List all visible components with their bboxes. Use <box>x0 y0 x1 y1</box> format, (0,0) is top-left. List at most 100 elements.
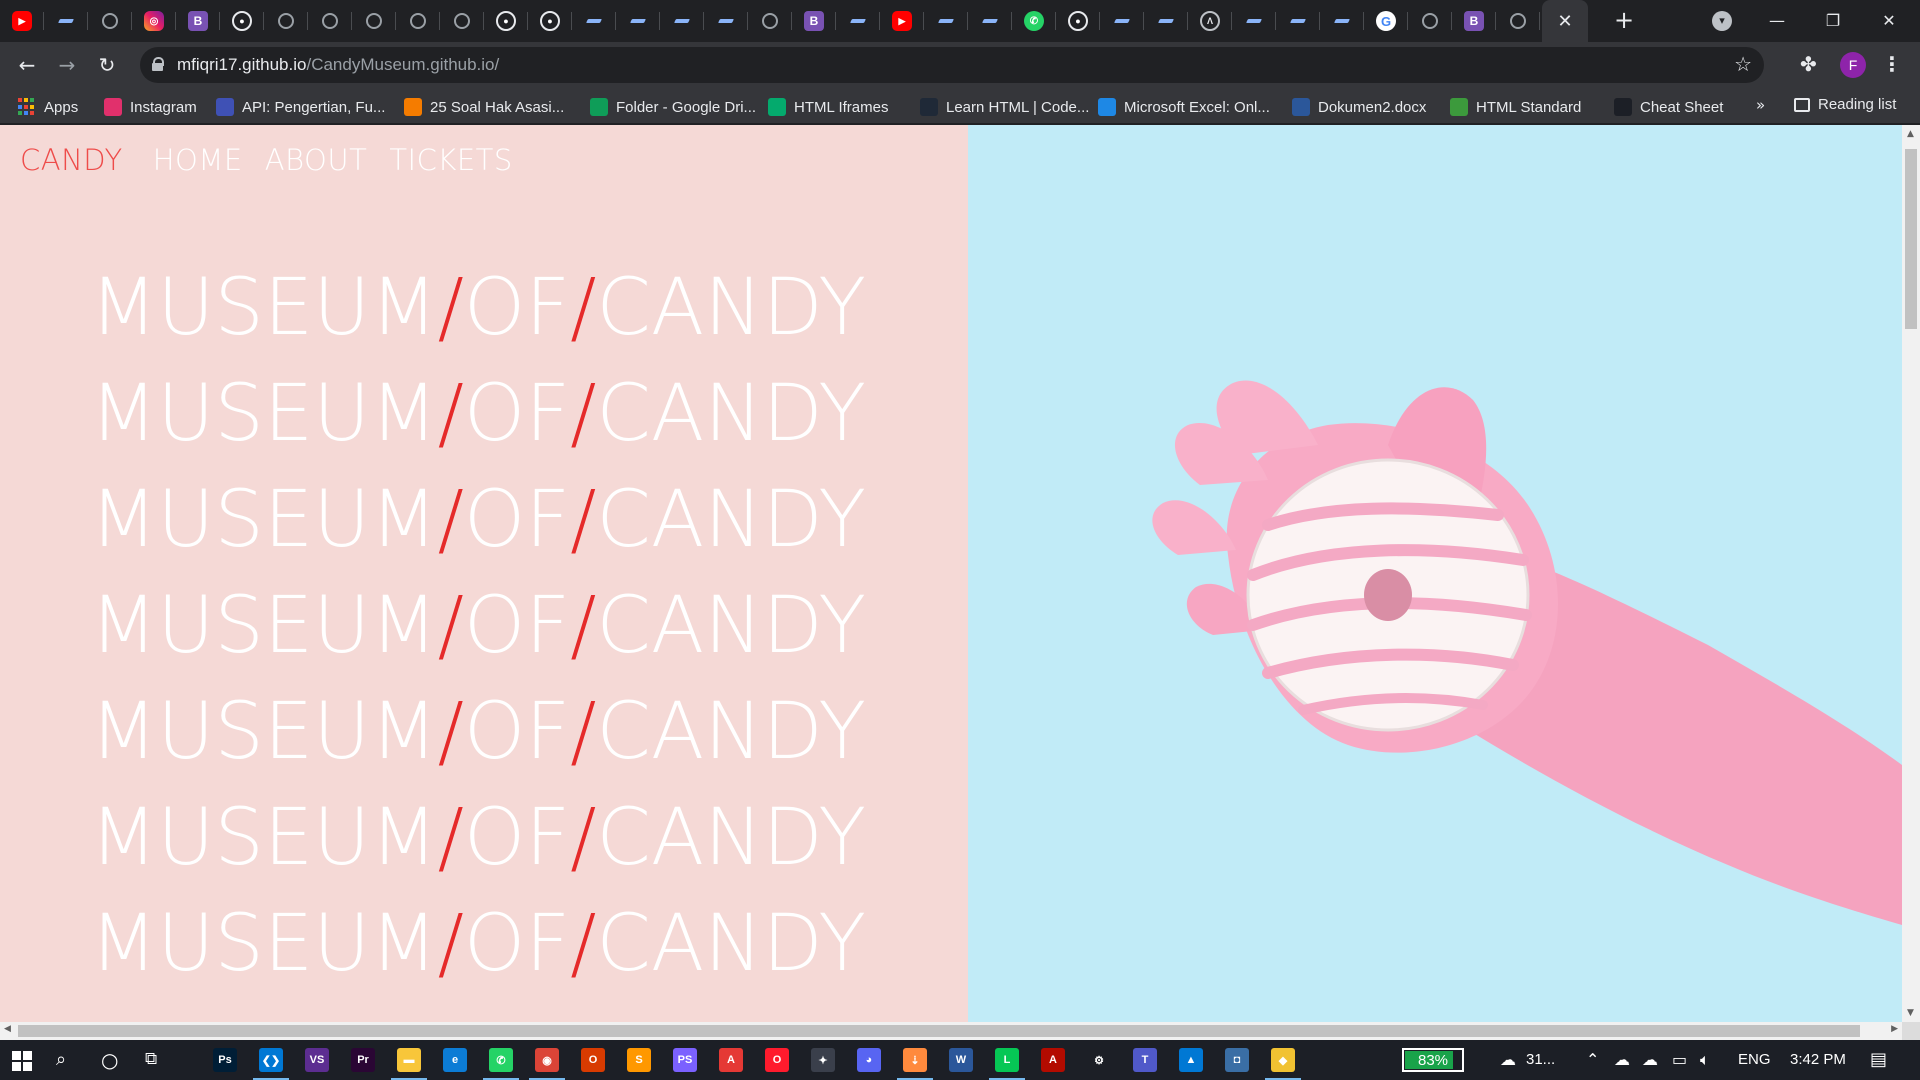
browser-tab[interactable] <box>572 0 616 42</box>
notification-center-icon[interactable]: ▤ <box>1870 1049 1887 1070</box>
show-hidden-icons-chevron-icon[interactable]: ⌃ <box>1586 1050 1599 1069</box>
browser-tab[interactable]: ● <box>220 0 264 42</box>
vscode-icon[interactable]: ❮❯ <box>253 1048 289 1080</box>
bookmark-item[interactable]: API: Pengertian, Fu... <box>216 96 385 118</box>
bookmark-item[interactable]: Dokumen2.docx <box>1292 96 1426 118</box>
start-windows-icon[interactable] <box>12 1051 32 1071</box>
battery-tray-icon[interactable]: ▭ <box>1672 1050 1687 1069</box>
weather-temperature[interactable]: 31... <box>1526 1051 1555 1068</box>
cortana-circle-icon[interactable]: ○ <box>101 1048 118 1072</box>
address-bar[interactable]: mfiqri17.github.io/CandyMuseum.github.io… <box>140 47 1764 83</box>
scroll-up-arrow-icon[interactable]: ▲ <box>1907 129 1914 139</box>
browser-tab[interactable] <box>1144 0 1188 42</box>
browser-tab[interactable] <box>44 0 88 42</box>
teams-icon[interactable]: T <box>1133 1048 1157 1072</box>
scroll-down-arrow-icon[interactable]: ▼ <box>1907 1008 1914 1018</box>
volume-icon[interactable]: 🔈︎ <box>1700 1050 1710 1070</box>
settings-gear-icon[interactable]: ⚙ <box>1087 1048 1111 1072</box>
whatsapp-icon[interactable]: ✆ <box>483 1048 519 1080</box>
scroll-right-arrow-icon[interactable]: ▶ <box>1891 1024 1898 1034</box>
nav-home-link[interactable]: HOME <box>153 143 243 177</box>
office-icon[interactable]: O <box>581 1048 605 1072</box>
restore-button[interactable]: ❐ <box>1810 6 1856 36</box>
scroll-left-arrow-icon[interactable]: ◀ <box>4 1024 11 1034</box>
browser-tab[interactable]: ● <box>1056 0 1100 42</box>
photoshop-icon[interactable]: Ps <box>213 1048 237 1072</box>
forward-button[interactable]: → <box>52 50 82 80</box>
browser-tab[interactable]: B <box>1452 0 1496 42</box>
browser-tab[interactable]: ◎ <box>132 0 176 42</box>
bookmark-item[interactable]: HTML Iframes <box>768 96 888 118</box>
browser-tab[interactable] <box>1276 0 1320 42</box>
active-tab[interactable]: ✕ <box>1542 0 1588 42</box>
close-window-button[interactable]: ✕ <box>1866 6 1912 36</box>
browser-tab[interactable] <box>88 0 132 42</box>
back-button[interactable]: ← <box>12 50 42 80</box>
network-status-icon[interactable]: ☁ <box>1642 1050 1658 1069</box>
browser-menu-icon[interactable]: ⋮ <box>1882 52 1902 76</box>
browser-tab[interactable] <box>1232 0 1276 42</box>
browser-tab[interactable] <box>924 0 968 42</box>
reading-list-button[interactable]: Reading list <box>1794 96 1896 113</box>
vertical-scrollbar[interactable]: ▲ ▼ <box>1902 125 1920 1022</box>
more-bookmarks-button[interactable]: » <box>1756 96 1765 114</box>
browser-tab[interactable] <box>660 0 704 42</box>
reload-button[interactable]: ↻ <box>92 50 122 80</box>
browser-tab[interactable] <box>352 0 396 42</box>
browser-tab[interactable]: ● <box>528 0 572 42</box>
vertical-scroll-thumb[interactable] <box>1905 149 1917 329</box>
file-explorer-icon[interactable]: ▬ <box>391 1048 427 1080</box>
minimize-button[interactable]: — <box>1754 6 1800 36</box>
git-icon[interactable]: ◆ <box>1265 1048 1301 1080</box>
bookmark-item[interactable]: Instagram <box>104 96 197 118</box>
browser-tab[interactable] <box>1408 0 1452 42</box>
input-language[interactable]: ENG <box>1738 1051 1771 1068</box>
browser-tab[interactable] <box>440 0 484 42</box>
browser-tab[interactable] <box>308 0 352 42</box>
bookmark-item[interactable]: Apps <box>18 96 78 118</box>
bookmark-item[interactable]: HTML Standard <box>1450 96 1581 118</box>
browser-tab[interactable] <box>1496 0 1540 42</box>
close-tab-icon[interactable]: ✕ <box>1557 11 1572 32</box>
browser-tab[interactable]: ● <box>484 0 528 42</box>
bookmark-item[interactable]: Microsoft Excel: Onl... <box>1098 96 1270 118</box>
browser-tab[interactable] <box>1320 0 1364 42</box>
weather-cloud-icon[interactable]: ☁ <box>1500 1050 1516 1069</box>
horizontal-scrollbar[interactable]: ◀ ▶ <box>0 1022 1902 1040</box>
browser-tab[interactable]: Λ <box>1188 0 1232 42</box>
phpstorm-icon[interactable]: PS <box>673 1048 697 1072</box>
tab-search-icon[interactable]: ▾ <box>1712 11 1732 31</box>
url-text[interactable]: mfiqri17.github.io/CandyMuseum.github.io… <box>177 55 499 75</box>
nav-tickets-link[interactable]: TICKETS <box>389 143 512 177</box>
sublime-icon[interactable]: S <box>627 1048 651 1072</box>
sublime-merge-icon[interactable]: ⇣ <box>897 1048 933 1080</box>
onedrive-cloud-icon[interactable]: ☁ <box>1614 1050 1630 1069</box>
task-view-icon[interactable]: ⧉ <box>145 1049 157 1069</box>
browser-tab[interactable] <box>968 0 1012 42</box>
site-brand-link[interactable]: CANDY <box>20 143 123 177</box>
bookmark-item[interactable]: Folder - Google Dri... <box>590 96 756 118</box>
browser-tab[interactable] <box>396 0 440 42</box>
browser-tab[interactable] <box>264 0 308 42</box>
discord-icon[interactable]: ◕ <box>857 1048 881 1072</box>
new-tab-button[interactable]: + <box>1611 8 1637 34</box>
profile-avatar[interactable]: F <box>1840 52 1866 78</box>
adobe-icon[interactable]: A <box>719 1048 743 1072</box>
clock-time[interactable]: 3:42 PM <box>1790 1051 1846 1068</box>
browser-tab[interactable] <box>748 0 792 42</box>
browser-tab[interactable]: G <box>1364 0 1408 42</box>
browser-tab[interactable]: ✆ <box>1012 0 1056 42</box>
search-icon[interactable]: ⌕ <box>56 1049 66 1070</box>
visual-studio-icon[interactable]: VS <box>305 1048 329 1072</box>
edge-icon[interactable]: e <box>443 1048 467 1072</box>
chrome-icon[interactable]: ◉ <box>529 1048 565 1080</box>
bookmark-star-icon[interactable]: ☆ <box>1734 52 1752 76</box>
extensions-puzzle-icon[interactable]: ✤ <box>1800 52 1817 76</box>
camera-icon[interactable]: ◘ <box>1225 1048 1249 1072</box>
browser-tab[interactable]: ▶ <box>0 0 44 42</box>
premiere-icon[interactable]: Pr <box>351 1048 375 1072</box>
browser-tab[interactable] <box>704 0 748 42</box>
browser-tab[interactable] <box>1100 0 1144 42</box>
browser-tab[interactable]: B <box>792 0 836 42</box>
browser-tab[interactable]: ▶ <box>880 0 924 42</box>
